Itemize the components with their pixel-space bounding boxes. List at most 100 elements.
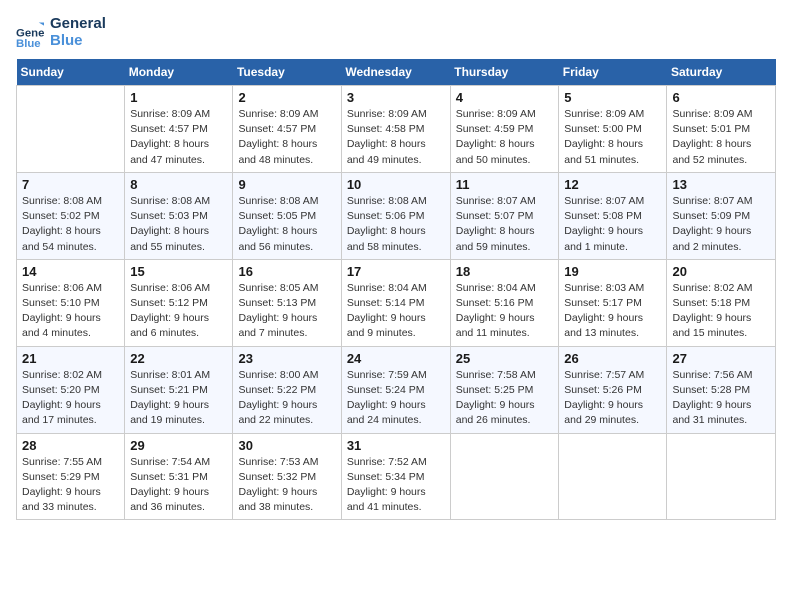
calendar-cell: 29 Sunrise: 7:54 AM Sunset: 5:31 PM Dayl…: [125, 433, 233, 520]
svg-text:Blue: Blue: [16, 38, 41, 47]
day-info: Sunrise: 8:04 AM Sunset: 5:14 PM Dayligh…: [347, 281, 445, 342]
calendar-cell: 18 Sunrise: 8:04 AM Sunset: 5:16 PM Dayl…: [450, 259, 559, 346]
logo-blue: Blue: [50, 33, 106, 50]
day-info: Sunrise: 8:08 AM Sunset: 5:06 PM Dayligh…: [347, 194, 445, 255]
calendar-cell: 3 Sunrise: 8:09 AM Sunset: 4:58 PM Dayli…: [341, 86, 450, 173]
day-number: 1: [130, 90, 227, 105]
day-number: 28: [22, 438, 119, 453]
day-number: 12: [564, 177, 661, 192]
page-header: General Blue General Blue: [16, 16, 776, 49]
calendar-cell: 13 Sunrise: 8:07 AM Sunset: 5:09 PM Dayl…: [667, 172, 776, 259]
day-info: Sunrise: 8:03 AM Sunset: 5:17 PM Dayligh…: [564, 281, 661, 342]
calendar-cell: 12 Sunrise: 8:07 AM Sunset: 5:08 PM Dayl…: [559, 172, 667, 259]
column-header-saturday: Saturday: [667, 59, 776, 86]
calendar-cell: 24 Sunrise: 7:59 AM Sunset: 5:24 PM Dayl…: [341, 346, 450, 433]
calendar-week-2: 7 Sunrise: 8:08 AM Sunset: 5:02 PM Dayli…: [17, 172, 776, 259]
calendar-cell: 19 Sunrise: 8:03 AM Sunset: 5:17 PM Dayl…: [559, 259, 667, 346]
day-info: Sunrise: 8:02 AM Sunset: 5:18 PM Dayligh…: [672, 281, 770, 342]
calendar-cell: 22 Sunrise: 8:01 AM Sunset: 5:21 PM Dayl…: [125, 346, 233, 433]
calendar-table: SundayMondayTuesdayWednesdayThursdayFrid…: [16, 59, 776, 520]
column-header-friday: Friday: [559, 59, 667, 86]
day-number: 29: [130, 438, 227, 453]
day-info: Sunrise: 7:59 AM Sunset: 5:24 PM Dayligh…: [347, 368, 445, 429]
day-info: Sunrise: 8:08 AM Sunset: 5:02 PM Dayligh…: [22, 194, 119, 255]
calendar-cell: 27 Sunrise: 7:56 AM Sunset: 5:28 PM Dayl…: [667, 346, 776, 433]
day-info: Sunrise: 7:58 AM Sunset: 5:25 PM Dayligh…: [456, 368, 554, 429]
day-number: 10: [347, 177, 445, 192]
calendar-cell: 2 Sunrise: 8:09 AM Sunset: 4:57 PM Dayli…: [233, 86, 341, 173]
column-header-monday: Monday: [125, 59, 233, 86]
calendar-cell: 10 Sunrise: 8:08 AM Sunset: 5:06 PM Dayl…: [341, 172, 450, 259]
day-info: Sunrise: 7:55 AM Sunset: 5:29 PM Dayligh…: [22, 455, 119, 516]
day-number: 9: [238, 177, 335, 192]
day-info: Sunrise: 8:07 AM Sunset: 5:07 PM Dayligh…: [456, 194, 554, 255]
calendar-cell: 31 Sunrise: 7:52 AM Sunset: 5:34 PM Dayl…: [341, 433, 450, 520]
day-info: Sunrise: 7:57 AM Sunset: 5:26 PM Dayligh…: [564, 368, 661, 429]
day-number: 24: [347, 351, 445, 366]
day-number: 8: [130, 177, 227, 192]
day-info: Sunrise: 8:07 AM Sunset: 5:08 PM Dayligh…: [564, 194, 661, 255]
calendar-cell: 28 Sunrise: 7:55 AM Sunset: 5:29 PM Dayl…: [17, 433, 125, 520]
calendar-cell: [559, 433, 667, 520]
calendar-week-3: 14 Sunrise: 8:06 AM Sunset: 5:10 PM Dayl…: [17, 259, 776, 346]
day-number: 26: [564, 351, 661, 366]
day-number: 27: [672, 351, 770, 366]
day-info: Sunrise: 8:00 AM Sunset: 5:22 PM Dayligh…: [238, 368, 335, 429]
day-number: 18: [456, 264, 554, 279]
day-info: Sunrise: 8:02 AM Sunset: 5:20 PM Dayligh…: [22, 368, 119, 429]
day-info: Sunrise: 8:09 AM Sunset: 4:57 PM Dayligh…: [130, 107, 227, 168]
day-number: 5: [564, 90, 661, 105]
day-info: Sunrise: 8:04 AM Sunset: 5:16 PM Dayligh…: [456, 281, 554, 342]
calendar-cell: 14 Sunrise: 8:06 AM Sunset: 5:10 PM Dayl…: [17, 259, 125, 346]
day-number: 22: [130, 351, 227, 366]
day-number: 20: [672, 264, 770, 279]
calendar-cell: 16 Sunrise: 8:05 AM Sunset: 5:13 PM Dayl…: [233, 259, 341, 346]
calendar-cell: 23 Sunrise: 8:00 AM Sunset: 5:22 PM Dayl…: [233, 346, 341, 433]
day-number: 15: [130, 264, 227, 279]
day-number: 2: [238, 90, 335, 105]
column-header-wednesday: Wednesday: [341, 59, 450, 86]
day-info: Sunrise: 7:53 AM Sunset: 5:32 PM Dayligh…: [238, 455, 335, 516]
day-info: Sunrise: 8:08 AM Sunset: 5:03 PM Dayligh…: [130, 194, 227, 255]
logo: General Blue General Blue: [16, 16, 106, 49]
day-number: 11: [456, 177, 554, 192]
day-info: Sunrise: 8:09 AM Sunset: 4:58 PM Dayligh…: [347, 107, 445, 168]
day-info: Sunrise: 8:08 AM Sunset: 5:05 PM Dayligh…: [238, 194, 335, 255]
day-number: 6: [672, 90, 770, 105]
day-info: Sunrise: 7:56 AM Sunset: 5:28 PM Dayligh…: [672, 368, 770, 429]
day-info: Sunrise: 8:01 AM Sunset: 5:21 PM Dayligh…: [130, 368, 227, 429]
day-number: 19: [564, 264, 661, 279]
calendar-cell: 15 Sunrise: 8:06 AM Sunset: 5:12 PM Dayl…: [125, 259, 233, 346]
column-header-sunday: Sunday: [17, 59, 125, 86]
day-number: 4: [456, 90, 554, 105]
calendar-cell: 6 Sunrise: 8:09 AM Sunset: 5:01 PM Dayli…: [667, 86, 776, 173]
day-number: 23: [238, 351, 335, 366]
calendar-week-5: 28 Sunrise: 7:55 AM Sunset: 5:29 PM Dayl…: [17, 433, 776, 520]
calendar-cell: 25 Sunrise: 7:58 AM Sunset: 5:25 PM Dayl…: [450, 346, 559, 433]
column-header-thursday: Thursday: [450, 59, 559, 86]
day-info: Sunrise: 7:54 AM Sunset: 5:31 PM Dayligh…: [130, 455, 227, 516]
day-info: Sunrise: 8:06 AM Sunset: 5:10 PM Dayligh…: [22, 281, 119, 342]
day-number: 31: [347, 438, 445, 453]
day-number: 13: [672, 177, 770, 192]
day-info: Sunrise: 8:07 AM Sunset: 5:09 PM Dayligh…: [672, 194, 770, 255]
day-number: 17: [347, 264, 445, 279]
calendar-cell: 9 Sunrise: 8:08 AM Sunset: 5:05 PM Dayli…: [233, 172, 341, 259]
day-info: Sunrise: 8:09 AM Sunset: 5:00 PM Dayligh…: [564, 107, 661, 168]
day-info: Sunrise: 8:05 AM Sunset: 5:13 PM Dayligh…: [238, 281, 335, 342]
calendar-cell: 30 Sunrise: 7:53 AM Sunset: 5:32 PM Dayl…: [233, 433, 341, 520]
day-number: 14: [22, 264, 119, 279]
logo-general: General: [50, 16, 106, 33]
column-header-tuesday: Tuesday: [233, 59, 341, 86]
day-number: 7: [22, 177, 119, 192]
calendar-cell: 5 Sunrise: 8:09 AM Sunset: 5:00 PM Dayli…: [559, 86, 667, 173]
calendar-week-1: 1 Sunrise: 8:09 AM Sunset: 4:57 PM Dayli…: [17, 86, 776, 173]
calendar-cell: [450, 433, 559, 520]
logo-icon: General Blue: [16, 19, 44, 47]
calendar-cell: 1 Sunrise: 8:09 AM Sunset: 4:57 PM Dayli…: [125, 86, 233, 173]
calendar-cell: [667, 433, 776, 520]
day-number: 3: [347, 90, 445, 105]
day-info: Sunrise: 8:06 AM Sunset: 5:12 PM Dayligh…: [130, 281, 227, 342]
calendar-cell: 21 Sunrise: 8:02 AM Sunset: 5:20 PM Dayl…: [17, 346, 125, 433]
calendar-cell: 8 Sunrise: 8:08 AM Sunset: 5:03 PM Dayli…: [125, 172, 233, 259]
